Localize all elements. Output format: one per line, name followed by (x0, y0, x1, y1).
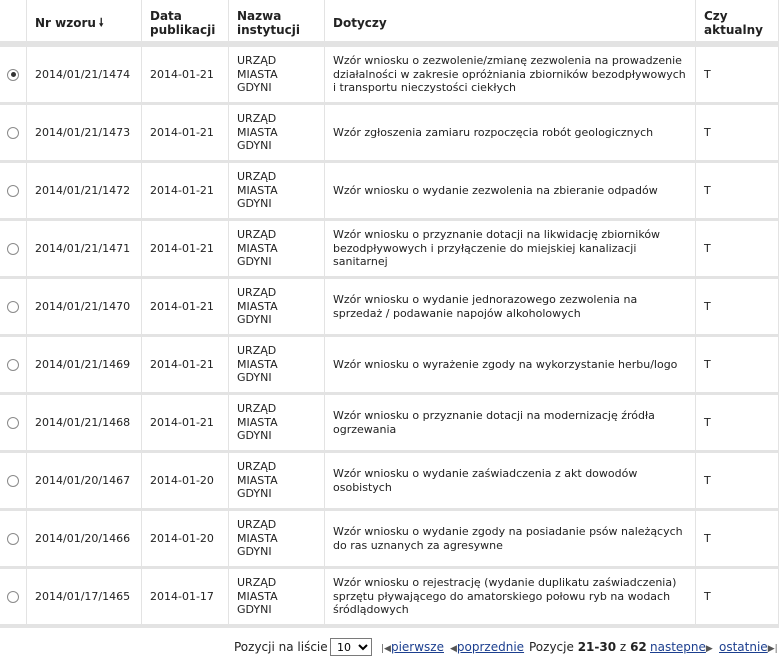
cell-nazwa-instytucji: URZĄD MIASTA GDYNI (229, 337, 325, 395)
next-page-icon[interactable]: ▶ (706, 644, 713, 654)
cell-nr-wzoru: 2014/01/21/1468 (27, 395, 142, 453)
header-nr-wzoru[interactable]: Nr wzoru 🠗 (27, 0, 142, 44)
row-radio-button[interactable] (7, 184, 19, 197)
cell-dotyczy: Wzór wniosku o zezwolenie/zmianę zezwole… (325, 47, 696, 105)
cell-data-publikacji: 2014-01-21 (142, 337, 229, 395)
cell-czy-aktualny: T (696, 395, 779, 453)
cell-nazwa-instytucji: URZĄD MIASTA GDYNI (229, 221, 325, 279)
cell-czy-aktualny: T (696, 47, 779, 105)
cell-nr-wzoru: 2014/01/21/1472 (27, 163, 142, 221)
cell-czy-aktualny: T (696, 279, 779, 337)
cell-data-publikacji: 2014-01-21 (142, 221, 229, 279)
cell-czy-aktualny: T (696, 569, 779, 627)
per-page-select[interactable]: 10 (330, 638, 372, 656)
row-select-cell[interactable] (0, 511, 27, 569)
pagination-bar: Pozycji na liście 10 |◀pierwsze ◀poprzed… (0, 636, 783, 658)
positions-info: Pozycje 21-30 z 62 (529, 640, 647, 654)
header-czy-aktualny-label: Czy aktualny (704, 8, 763, 37)
positions-of: z (619, 640, 627, 654)
row-radio-button[interactable] (7, 126, 19, 139)
row-radio-button[interactable] (7, 68, 19, 81)
header-nazwa-instytucji: Nazwa instytucji (229, 0, 325, 44)
row-radio-button[interactable] (7, 242, 19, 255)
cell-dotyczy: Wzór wniosku o przyznanie dotacji na mod… (325, 395, 696, 453)
cell-dotyczy: Wzór wniosku o wydanie zgody na posiadan… (325, 511, 696, 569)
cell-dotyczy: Wzór wniosku o wyrażenie zgody na wykorz… (325, 337, 696, 395)
cell-data-publikacji: 2014-01-21 (142, 279, 229, 337)
row-radio-button[interactable] (7, 590, 19, 603)
row-select-cell[interactable] (0, 105, 27, 163)
cell-nr-wzoru: 2014/01/21/1469 (27, 337, 142, 395)
cell-czy-aktualny: T (696, 453, 779, 511)
positions-label: Pozycje (529, 640, 574, 654)
sort-desc-icon[interactable]: 🠗 (99, 16, 104, 30)
row-select-cell[interactable] (0, 221, 27, 279)
next-page-link[interactable]: nastepne (650, 640, 706, 654)
per-page-label: Pozycji na liście (234, 640, 328, 654)
cell-czy-aktualny: T (696, 337, 779, 395)
cell-data-publikacji: 2014-01-17 (142, 569, 229, 627)
cell-nr-wzoru: 2014/01/20/1466 (27, 511, 142, 569)
last-page-icon[interactable]: ▶| (768, 644, 778, 654)
cell-czy-aktualny: T (696, 221, 779, 279)
header-data-publikacji-label: Data publikacji (150, 8, 216, 37)
first-page-link[interactable]: pierwsze (391, 640, 444, 654)
cell-nr-wzoru: 2014/01/17/1465 (27, 569, 142, 627)
last-page-link[interactable]: ostatnie (719, 640, 768, 654)
header-nazwa-instytucji-label: Nazwa instytucji (237, 8, 300, 37)
cell-data-publikacji: 2014-01-21 (142, 105, 229, 163)
cell-dotyczy: Wzór wniosku o wydanie zezwolenia na zbi… (325, 163, 696, 221)
cell-dotyczy: Wzór wniosku o przyznanie dotacji na lik… (325, 221, 696, 279)
row-select-cell[interactable] (0, 47, 27, 105)
header-dotyczy: Dotyczy (325, 0, 696, 44)
positions-total: 62 (630, 640, 647, 654)
cell-nazwa-instytucji: URZĄD MIASTA GDYNI (229, 395, 325, 453)
row-radio-button[interactable] (7, 474, 19, 487)
first-page-icon[interactable]: |◀ (381, 644, 391, 654)
cell-nazwa-instytucji: URZĄD MIASTA GDYNI (229, 163, 325, 221)
row-select-cell[interactable] (0, 279, 27, 337)
row-radio-button[interactable] (7, 532, 19, 545)
cell-dotyczy: Wzór wniosku o wydanie zaświadczenia z a… (325, 453, 696, 511)
header-nr-wzoru-label[interactable]: Nr wzoru (35, 16, 96, 30)
results-table: Nr wzoru 🠗 Data publikacji Nazwa instytu… (0, 0, 779, 628)
row-select-cell[interactable] (0, 163, 27, 221)
row-select-cell[interactable] (0, 395, 27, 453)
cell-data-publikacji: 2014-01-21 (142, 395, 229, 453)
cell-data-publikacji: 2014-01-20 (142, 511, 229, 569)
cell-dotyczy: Wzór wniosku o wydanie jednorazowego zez… (325, 279, 696, 337)
cell-dotyczy: Wzór wniosku o rejestrację (wydanie dupl… (325, 569, 696, 627)
positions-range: 21-30 (577, 640, 617, 654)
cell-data-publikacji: 2014-01-21 (142, 163, 229, 221)
row-radio-button[interactable] (7, 300, 19, 313)
cell-dotyczy: Wzór zgłoszenia zamiaru rozpoczęcia robó… (325, 105, 696, 163)
cell-nazwa-instytucji: URZĄD MIASTA GDYNI (229, 279, 325, 337)
cell-nazwa-instytucji: URZĄD MIASTA GDYNI (229, 511, 325, 569)
header-select (0, 0, 27, 44)
prev-page-link[interactable]: poprzednie (457, 640, 524, 654)
header-czy-aktualny: Czy aktualny (696, 0, 779, 44)
cell-nazwa-instytucji: URZĄD MIASTA GDYNI (229, 105, 325, 163)
row-radio-button[interactable] (7, 358, 19, 371)
cell-nazwa-instytucji: URZĄD MIASTA GDYNI (229, 453, 325, 511)
row-select-cell[interactable] (0, 337, 27, 395)
cell-data-publikacji: 2014-01-21 (142, 47, 229, 105)
cell-czy-aktualny: T (696, 511, 779, 569)
cell-czy-aktualny: T (696, 105, 779, 163)
cell-nazwa-instytucji: URZĄD MIASTA GDYNI (229, 47, 325, 105)
row-select-cell[interactable] (0, 453, 27, 511)
cell-data-publikacji: 2014-01-20 (142, 453, 229, 511)
row-radio-button[interactable] (7, 416, 19, 429)
row-select-cell[interactable] (0, 569, 27, 627)
header-dotyczy-label: Dotyczy (333, 15, 387, 30)
header-data-publikacji: Data publikacji (142, 0, 229, 44)
cell-nr-wzoru: 2014/01/21/1474 (27, 47, 142, 105)
cell-nr-wzoru: 2014/01/21/1473 (27, 105, 142, 163)
cell-czy-aktualny: T (696, 163, 779, 221)
cell-nazwa-instytucji: URZĄD MIASTA GDYNI (229, 569, 325, 627)
cell-nr-wzoru: 2014/01/20/1467 (27, 453, 142, 511)
cell-nr-wzoru: 2014/01/21/1470 (27, 279, 142, 337)
cell-nr-wzoru: 2014/01/21/1471 (27, 221, 142, 279)
prev-page-icon[interactable]: ◀ (450, 644, 457, 654)
